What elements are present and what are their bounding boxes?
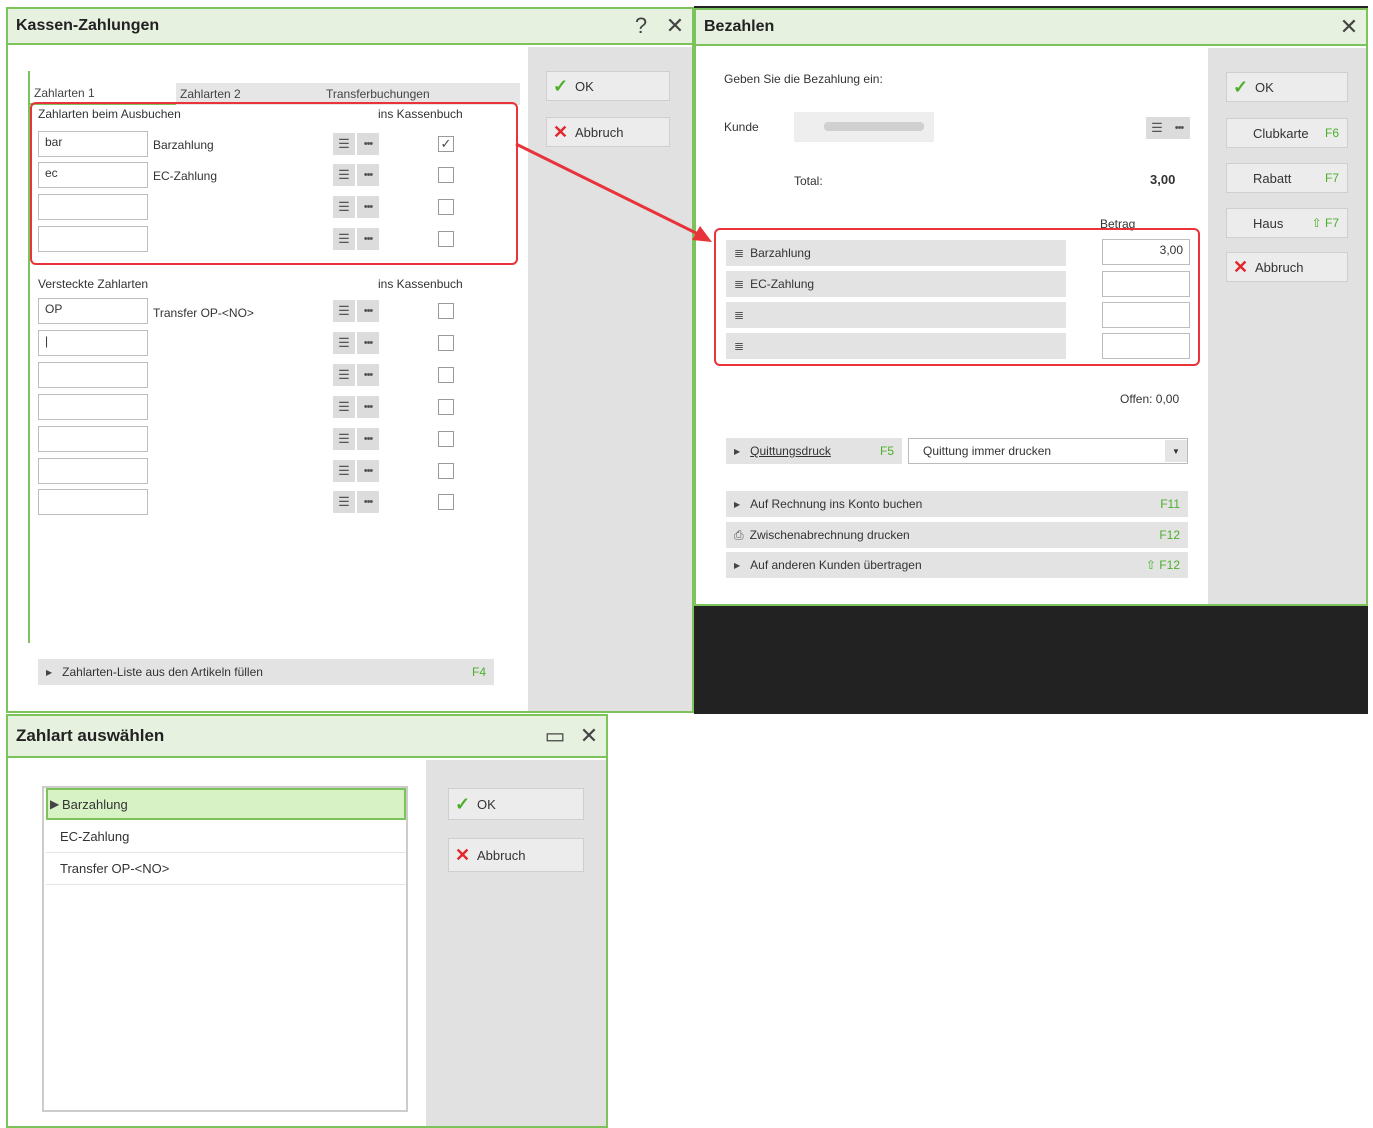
cross-icon: ✕ bbox=[455, 845, 471, 865]
ok-label: OK bbox=[477, 796, 496, 812]
zahlart-titlebar: Zahlart auswählen ▭ ✕ bbox=[8, 716, 606, 758]
list-item-label: Barzahlung bbox=[62, 796, 128, 812]
zahlart-auswaehlen-window: Zahlart auswählen ▭ ✕ ▶ Barzahlung EC-Za… bbox=[6, 714, 608, 1128]
zahlart-title: Zahlart auswählen bbox=[16, 726, 165, 745]
selection-marker-icon: ▶ bbox=[50, 797, 60, 811]
maximize-icon[interactable]: ▭ bbox=[538, 721, 572, 751]
list-item-label: Transfer OP-<NO> bbox=[60, 861, 170, 876]
cancel-label: Abbruch bbox=[477, 847, 526, 863]
list-item-label: EC-Zahlung bbox=[60, 829, 130, 844]
ok-button[interactable]: ✓ OK bbox=[448, 788, 584, 820]
list-item[interactable]: EC-Zahlung bbox=[46, 821, 406, 853]
cancel-button[interactable]: ✕ Abbruch bbox=[448, 838, 584, 872]
check-icon: ✓ bbox=[455, 794, 471, 814]
list-item[interactable]: Transfer OP-<NO> bbox=[46, 853, 406, 885]
arrow-line bbox=[515, 142, 699, 236]
close-icon[interactable]: ✕ bbox=[572, 721, 606, 751]
list-item[interactable]: ▶ Barzahlung bbox=[46, 788, 406, 820]
